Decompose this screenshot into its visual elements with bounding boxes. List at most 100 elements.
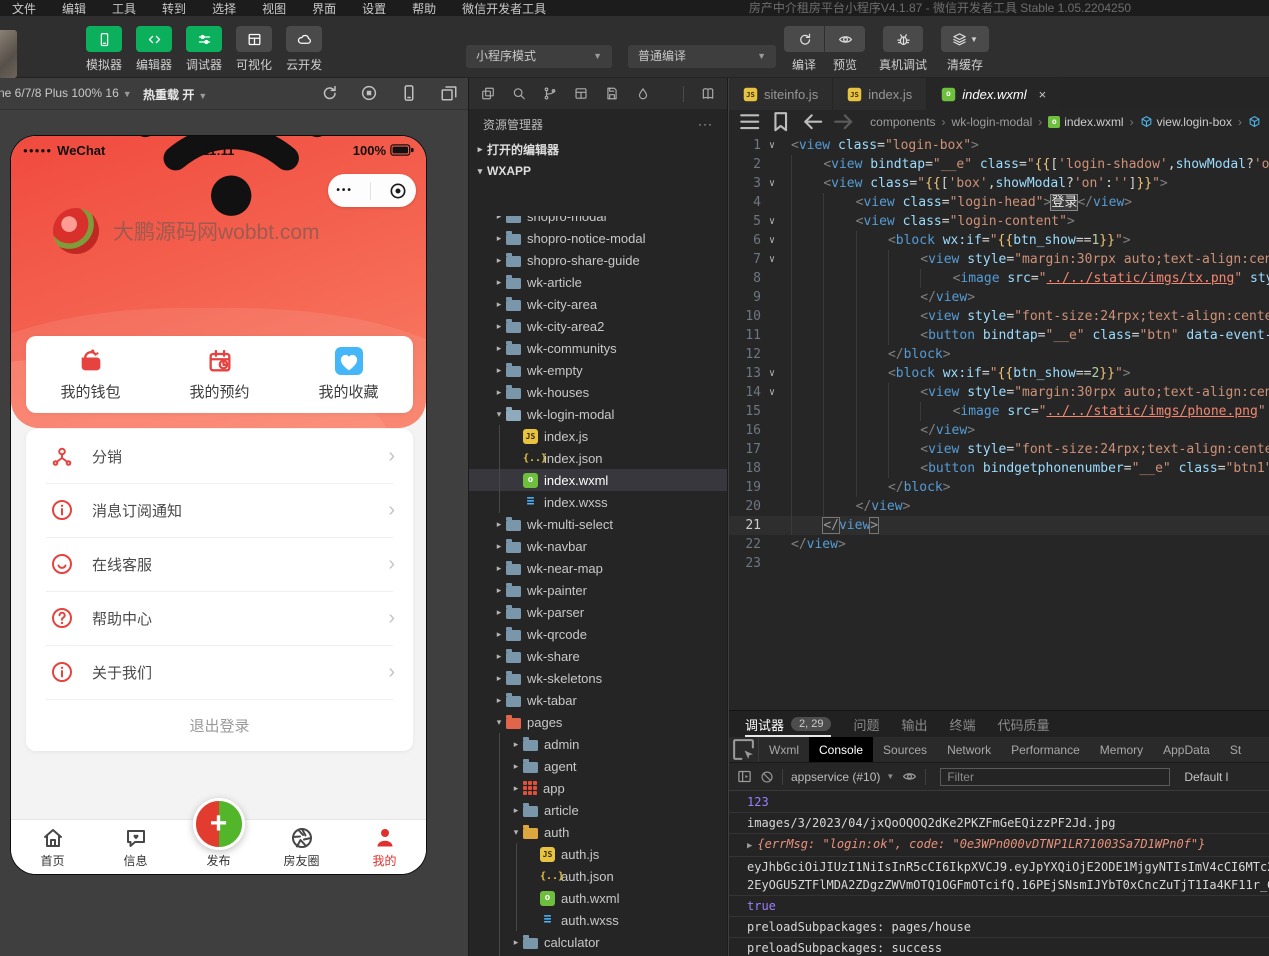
tree-item-app[interactable]: ▸app xyxy=(469,777,727,799)
filter-input[interactable] xyxy=(940,768,1170,786)
devtools-tab-Performance[interactable]: Performance xyxy=(1001,737,1090,762)
clear-console-icon[interactable] xyxy=(760,770,774,784)
editor-tab-index.js[interactable]: JSindex.js xyxy=(833,78,927,110)
tree-item-index.json[interactable]: {..}index.json xyxy=(469,447,727,469)
toolbar-button-调试器[interactable]: 调试器 xyxy=(186,26,222,73)
code-line-20[interactable]: 20 </view> xyxy=(729,497,1269,516)
tree-item-wk-navbar[interactable]: ▸wk-navbar xyxy=(469,535,727,557)
hot-reload-toggle[interactable]: 热重载 开▼ xyxy=(143,86,207,103)
tabbar-item-我的[interactable]: 我的 xyxy=(343,820,426,874)
debug-tab-输出[interactable]: 输出 xyxy=(902,711,928,737)
action-真机调试[interactable]: 真机调试 xyxy=(879,26,927,73)
tabbar-item-首页[interactable]: 首页 xyxy=(11,820,94,874)
code-line-22[interactable]: 22</view> xyxy=(729,535,1269,554)
tree-item-wk-empty[interactable]: ▸wk-empty xyxy=(469,359,727,381)
devtools-tab-Wxml[interactable]: Wxml xyxy=(759,737,809,762)
tree-item-shopro-modal[interactable]: ▸shopro-modal xyxy=(469,216,727,227)
device-refresh-button[interactable] xyxy=(320,84,338,102)
toolbar-button-可视化[interactable]: 可视化 xyxy=(236,26,272,73)
menu-row-关于我们[interactable]: 关于我们› xyxy=(26,645,413,699)
tree-item-index.wxss[interactable]: ≡index.wxss xyxy=(469,491,727,513)
breadcrumb-item-components[interactable]: components xyxy=(870,115,935,129)
console-row-7[interactable]: preloadSubpackages: success xyxy=(729,938,1269,956)
tree-item-auth.wxss[interactable]: ≡auth.wxss xyxy=(469,909,727,931)
inspect-icon[interactable] xyxy=(729,737,759,762)
section-WXAPP[interactable]: ▾WXAPP xyxy=(469,160,727,182)
code-line-18[interactable]: 18 <button bindgetphonenumber="__e" clas… xyxy=(729,459,1269,478)
mini-program-capsule[interactable]: ••• xyxy=(328,174,416,207)
compile-select[interactable]: 普通编译 ▼ xyxy=(628,45,776,68)
fold-icon[interactable]: ∨ xyxy=(761,136,783,155)
menu-item-微信开发者工具[interactable]: 微信开发者工具 xyxy=(462,0,546,17)
toolbar-button-云开发[interactable]: 云开发 xyxy=(286,26,322,73)
tree-item-auth.js[interactable]: JSauth.js xyxy=(469,843,727,865)
console-row-5[interactable]: true xyxy=(729,896,1269,917)
explorer-book-button[interactable] xyxy=(701,86,715,101)
more-dots-icon[interactable]: ••• xyxy=(336,185,353,196)
console-row-4[interactable]: eyJhbGciOiJIUzI1NiIsInR5cCI6IkpXVCJ9.eyJ… xyxy=(729,857,1269,896)
editor-tab-index.wxml[interactable]: oindex.wxml× xyxy=(927,78,1061,110)
log-levels-select[interactable]: Default l xyxy=(1184,770,1228,784)
close-icon[interactable]: × xyxy=(1039,87,1047,102)
devtools-tab-St[interactable]: St xyxy=(1220,737,1251,762)
debug-tab-问题[interactable]: 问题 xyxy=(853,711,879,737)
code-line-8[interactable]: 8 <image src="../../static/imgs/tx.png" … xyxy=(729,269,1269,288)
menu-item-视图[interactable]: 视图 xyxy=(262,0,286,17)
console-row-2[interactable]: images/3/2023/04/jxQoOQOQ2dKe2PKZFmGeEQi… xyxy=(729,813,1269,834)
editor-tab-siteinfo.js[interactable]: JSsiteinfo.js xyxy=(729,78,833,110)
tree-item-wk-qrcode[interactable]: ▸wk-qrcode xyxy=(469,623,727,645)
action-编译[interactable]: 编译 xyxy=(784,26,824,73)
tree-item-wk-skeletons[interactable]: ▸wk-skeletons xyxy=(469,667,727,689)
code-line-1[interactable]: 1∨<view class="login-box"> xyxy=(729,136,1269,155)
quick-action-我的预约[interactable]: 我的预约 xyxy=(155,347,284,402)
section-打开的编辑器[interactable]: ▸打开的编辑器 xyxy=(469,138,727,160)
devtools-tab-Console[interactable]: Console xyxy=(809,737,873,762)
fold-icon[interactable]: ∨ xyxy=(761,364,783,383)
exit-target-icon[interactable] xyxy=(388,181,408,201)
code-line-10[interactable]: 10 <view style="font-size:24rpx;text-ali… xyxy=(729,307,1269,326)
tree-item-wk-painter[interactable]: ▸wk-painter xyxy=(469,579,727,601)
tabbar-item-房友圈[interactable]: 房友圈 xyxy=(260,820,343,874)
tree-item-wk-city-area2[interactable]: ▸wk-city-area2 xyxy=(469,315,727,337)
tree-item-wk-near-map[interactable]: ▸wk-near-map xyxy=(469,557,727,579)
menu-item-设置[interactable]: 设置 xyxy=(362,0,386,17)
devtools-tab-AppData[interactable]: AppData xyxy=(1153,737,1220,762)
tree-item-index.js[interactable]: JSindex.js xyxy=(469,425,727,447)
tree-item-shopro-notice-modal[interactable]: ▸shopro-notice-modal xyxy=(469,227,727,249)
expand-triangle-icon[interactable]: ▶ xyxy=(747,841,752,851)
menu-row-帮助中心[interactable]: 帮助中心› xyxy=(26,591,413,645)
action-清缓存[interactable]: ▼清缓存 xyxy=(941,26,989,73)
tree-item-wk-city-area[interactable]: ▸wk-city-area xyxy=(469,293,727,315)
device-multiwin-button[interactable] xyxy=(440,84,458,102)
tree-item-pages[interactable]: ▾pages xyxy=(469,711,727,733)
device-simulator-button[interactable] xyxy=(400,84,418,102)
tree-item-wk-parser[interactable]: ▸wk-parser xyxy=(469,601,727,623)
menu-row-消息订阅通知[interactable]: 消息订阅通知› xyxy=(26,483,413,537)
tree-item-agent[interactable]: ▸agent xyxy=(469,755,727,777)
menu-item-帮助[interactable]: 帮助 xyxy=(412,0,436,17)
menu-item-编辑[interactable]: 编辑 xyxy=(62,0,86,17)
code-line-23[interactable]: 23 xyxy=(729,554,1269,573)
context-select[interactable]: appservice (#10) ▼ xyxy=(791,770,894,784)
explorer-copy-button[interactable] xyxy=(481,86,495,101)
tree-item-auth.wxml[interactable]: oauth.wxml xyxy=(469,887,727,909)
code-line-5[interactable]: 5∨ <view class="login-content"> xyxy=(729,212,1269,231)
menu-item-文件[interactable]: 文件 xyxy=(12,0,36,17)
breadcrumb-item-wk-login-modal[interactable]: wk-login-modal xyxy=(952,115,1033,129)
console-row-6[interactable]: preloadSubpackages: pages/house xyxy=(729,917,1269,938)
code-line-14[interactable]: 14∨ <view style="margin:30rpx auto;text-… xyxy=(729,383,1269,402)
bookmark-icon[interactable] xyxy=(768,110,793,133)
tree-item-article[interactable]: ▸article xyxy=(469,799,727,821)
explorer-grid-win-button[interactable] xyxy=(574,86,588,101)
breadcrumb-item-index.wxml[interactable]: oindex.wxml xyxy=(1048,115,1123,129)
console-output[interactable]: 123images/3/2023/04/jxQoOQOQ2dKe2PKZFmGe… xyxy=(729,792,1269,956)
tree-item-auth[interactable]: ▾auth xyxy=(469,821,727,843)
watch-expressions-icon[interactable] xyxy=(902,769,917,784)
fold-icon[interactable]: ∨ xyxy=(761,250,783,269)
tree-item-index.wxml[interactable]: oindex.wxml xyxy=(469,469,727,491)
tree-item-shopro-share-guide[interactable]: ▸shopro-share-guide xyxy=(469,249,727,271)
menu-row-分销[interactable]: 分销› xyxy=(26,429,413,483)
code-line-19[interactable]: 19 </block> xyxy=(729,478,1269,497)
console-row-1[interactable]: 123 xyxy=(729,792,1269,813)
code-line-9[interactable]: 9 </view> xyxy=(729,288,1269,307)
